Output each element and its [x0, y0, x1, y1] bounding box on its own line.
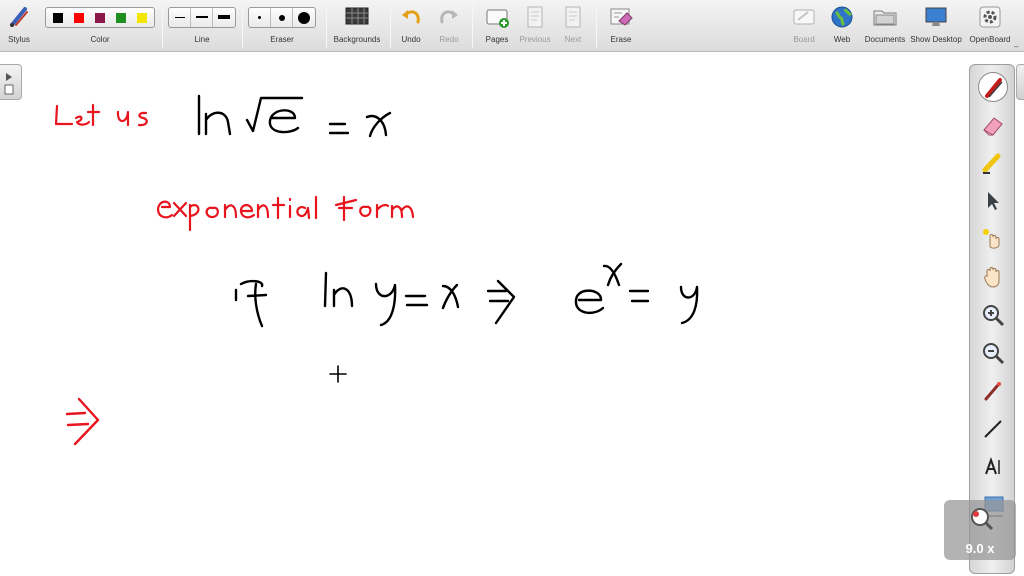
- dock-selector-tool[interactable]: [978, 186, 1008, 216]
- dock-hand-tool[interactable]: [978, 262, 1008, 292]
- color-swatch-black[interactable]: [53, 13, 63, 23]
- left-panel-handle[interactable]: [0, 64, 22, 100]
- gear-icon: [979, 6, 1001, 28]
- color-swatch-red[interactable]: [74, 13, 84, 23]
- backgrounds-label: Backgrounds: [333, 35, 381, 44]
- color-swatch-yellow[interactable]: [137, 13, 147, 23]
- eraser-icon: [983, 117, 1003, 136]
- laser-pointer-icon: [983, 229, 1000, 249]
- documents-button[interactable]: Documents: [862, 0, 908, 52]
- dock-eraser-tool[interactable]: [978, 110, 1008, 140]
- zoom-in-icon: [983, 305, 1005, 327]
- arrow-pointer-icon: [988, 192, 999, 210]
- undo-label: Undo: [401, 35, 421, 44]
- tool-dock: [969, 64, 1015, 574]
- next-button[interactable]: Next: [556, 0, 590, 52]
- line-label: Line: [194, 35, 210, 44]
- add-page-icon: [486, 9, 509, 28]
- color-swatch-green[interactable]: [116, 13, 126, 23]
- redo-arrow-icon: [440, 10, 458, 24]
- board-button[interactable]: Board: [788, 0, 820, 52]
- web-label: Web: [833, 35, 851, 44]
- eraser-group: Eraser: [248, 0, 316, 52]
- window-control[interactable]: –: [1014, 42, 1022, 51]
- handwriting-layer: [54, 94, 699, 446]
- expand-arrow-icon: [4, 73, 14, 95]
- main-toolbar: Stylus Color Line Eraser Backgrounds Und…: [0, 0, 1024, 52]
- previous-button[interactable]: Previous: [516, 0, 554, 52]
- previous-label: Previous: [519, 35, 551, 44]
- redo-label: Redo: [439, 35, 459, 44]
- redo-button[interactable]: Redo: [434, 0, 464, 52]
- magnifier-icon: [971, 508, 994, 531]
- grid-background-icon: [345, 7, 369, 25]
- dock-zoom-in-tool[interactable]: [978, 300, 1008, 330]
- hand-icon: [984, 267, 1000, 288]
- openboard-button[interactable]: OpenBoard: [966, 0, 1014, 52]
- eraser-sizes: [248, 7, 316, 28]
- dock-marker-tool[interactable]: [978, 148, 1008, 178]
- monitor-icon: [925, 7, 947, 26]
- previous-page-icon: [527, 6, 543, 28]
- pen-icon: [985, 78, 1003, 98]
- board-icon: [793, 9, 815, 25]
- color-label: Color: [90, 35, 110, 44]
- next-label: Next: [564, 35, 582, 44]
- line-widths: [168, 7, 236, 28]
- handwriting-exponential-form: [156, 195, 415, 232]
- color-swatch-maroon[interactable]: [95, 13, 105, 23]
- openboard-label: OpenBoard: [969, 35, 1011, 44]
- handwriting-ln-sqrt-e-equals-x: [197, 94, 392, 138]
- color-group: Color: [44, 0, 156, 52]
- color-swatches: [45, 7, 155, 28]
- show-desktop-label: Show Desktop: [910, 35, 962, 44]
- stylus-label: Stylus: [8, 35, 30, 44]
- line-icon: [984, 420, 1002, 438]
- globe-icon: [831, 6, 853, 28]
- backgrounds-button[interactable]: Backgrounds: [330, 0, 384, 52]
- right-panel-handle[interactable]: [1016, 64, 1024, 100]
- handwriting-let-us: [54, 103, 148, 127]
- handwriting-implies-arrow: [65, 397, 100, 446]
- stylus-button[interactable]: Stylus: [4, 0, 34, 52]
- line-thick[interactable]: [213, 8, 235, 27]
- next-page-icon: [565, 6, 581, 28]
- dock-pen-tool[interactable]: [978, 72, 1008, 102]
- web-button[interactable]: Web: [826, 0, 858, 52]
- pages-label: Pages: [485, 35, 509, 44]
- whiteboard-canvas[interactable]: [0, 53, 1024, 576]
- marker-icon: [982, 153, 1001, 174]
- documents-label: Documents: [864, 35, 906, 44]
- eraser-medium[interactable]: [271, 8, 293, 27]
- undo-button[interactable]: Undo: [396, 0, 426, 52]
- eraser-large[interactable]: [293, 8, 315, 27]
- erase-button[interactable]: Erase: [604, 0, 638, 52]
- folder-icon: [873, 10, 897, 26]
- handwriting-if-ln-y-equals-x: [234, 262, 699, 328]
- erase-board-icon: [610, 8, 633, 26]
- pen-icon: [10, 7, 28, 27]
- pointer-stick-icon: [984, 382, 1001, 401]
- erase-label: Erase: [610, 35, 632, 44]
- dock-laser-tool[interactable]: [978, 224, 1008, 254]
- text-icon: [985, 457, 1000, 475]
- cursor-crosshair: [329, 365, 347, 383]
- eraser-label: Eraser: [270, 35, 294, 44]
- zoom-indicator: 9.0 x: [944, 500, 1016, 560]
- line-thin[interactable]: [169, 8, 191, 27]
- eraser-small[interactable]: [249, 8, 271, 27]
- dock-pointer-tool[interactable]: [978, 376, 1008, 406]
- line-medium[interactable]: [191, 8, 213, 27]
- pages-button[interactable]: Pages: [480, 0, 514, 52]
- undo-arrow-icon: [402, 10, 420, 24]
- zoom-out-icon: [983, 343, 1005, 365]
- show-desktop-button[interactable]: Show Desktop: [908, 0, 964, 52]
- line-group: Line: [168, 0, 236, 52]
- board-label: Board: [793, 35, 815, 44]
- zoom-level-label: 9.0 x: [965, 541, 995, 556]
- dock-line-tool[interactable]: [978, 414, 1008, 444]
- dock-zoom-out-tool[interactable]: [978, 338, 1008, 368]
- dock-text-tool[interactable]: [978, 452, 1008, 482]
